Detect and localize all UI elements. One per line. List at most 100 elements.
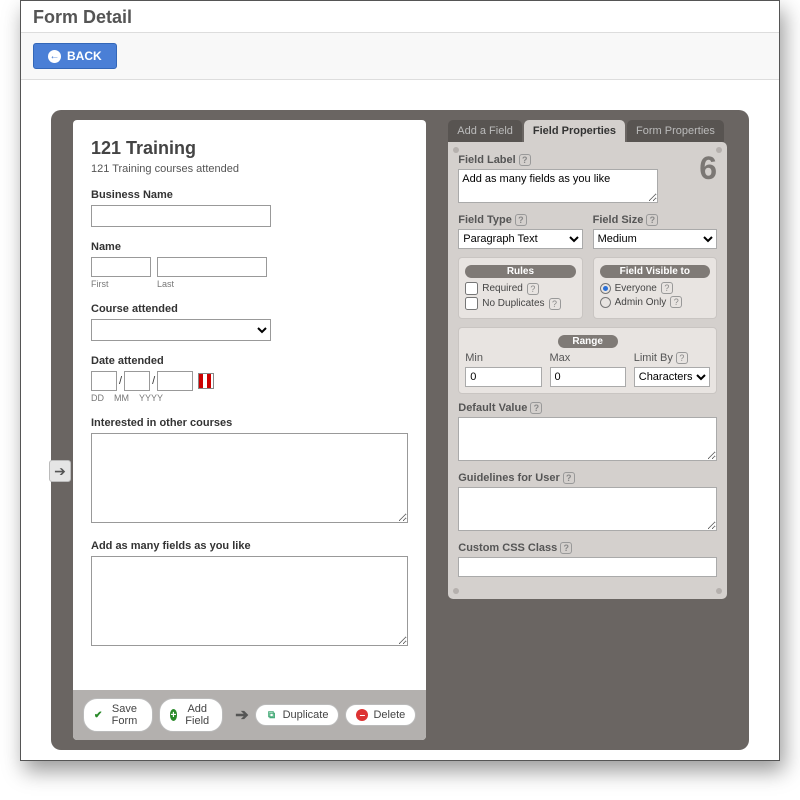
label-field-label: Field Label: [458, 154, 515, 166]
rules-header: Rules: [465, 265, 575, 278]
field-business-name[interactable]: Business Name: [91, 189, 408, 227]
checkbox-required[interactable]: Required?: [465, 282, 575, 295]
help-icon[interactable]: ?: [646, 214, 658, 226]
delete-label: Delete: [373, 709, 405, 721]
visibility-box: Field Visible to Everyone? Admin Only?: [593, 257, 717, 319]
save-form-button[interactable]: ✔ Save Form: [83, 698, 153, 732]
label-css-class: Custom CSS Class: [458, 542, 557, 554]
check-icon: ✔: [94, 709, 102, 721]
form-action-bar: ✔ Save Form + Add Field ➔ ⧉ Duplicate –Dele…: [73, 690, 426, 740]
field-interested[interactable]: Interested in other courses: [91, 417, 408, 526]
range-header: Range: [558, 335, 618, 348]
properties-body: 6 Field Label? Add as many fields as you…: [448, 142, 727, 599]
input-first-name[interactable]: [91, 257, 151, 277]
radio-everyone[interactable]: Everyone?: [600, 282, 710, 294]
panel-screw-icon: [716, 588, 722, 594]
rules-box: Rules Required? No Duplicates?: [458, 257, 582, 319]
radio-admin-only[interactable]: Admin Only?: [600, 296, 710, 308]
sublabel-first: First: [91, 279, 151, 289]
visibility-header: Field Visible to: [600, 265, 710, 278]
field-date[interactable]: Date attended / / DD MM YYYY: [91, 355, 408, 403]
help-icon[interactable]: ?: [563, 472, 575, 484]
delete-icon: –: [356, 709, 368, 721]
textarea-default-value[interactable]: [458, 417, 717, 461]
label-date: Date attended: [91, 355, 408, 367]
select-course[interactable]: [91, 319, 271, 341]
select-limit[interactable]: Characters: [634, 367, 710, 387]
help-icon[interactable]: ?: [676, 352, 688, 364]
form-title: 121 Training: [91, 138, 408, 159]
textarea-extra[interactable]: [91, 556, 408, 646]
label-name: Name: [91, 241, 408, 253]
textarea-guidelines[interactable]: [458, 487, 717, 531]
checkbox-noduplicates[interactable]: No Duplicates?: [465, 297, 575, 310]
properties-panel: Add a Field Field Properties Form Proper…: [448, 120, 727, 599]
sublabel-mm: MM: [114, 393, 129, 403]
label-business-name: Business Name: [91, 189, 408, 201]
textarea-interested[interactable]: [91, 433, 408, 523]
duplicate-button[interactable]: ⧉ Duplicate: [255, 704, 340, 726]
input-business-name[interactable]: [91, 205, 271, 227]
date-sep-1: /: [119, 375, 122, 387]
label-min: Min: [465, 352, 541, 364]
duplicate-icon: ⧉: [266, 709, 278, 721]
field-course[interactable]: Course attended: [91, 303, 408, 341]
plus-icon: +: [170, 709, 178, 721]
select-field-type[interactable]: Paragraph Text: [458, 229, 582, 249]
back-arrow-icon: ←: [48, 50, 61, 63]
input-field-label[interactable]: Add as many fields as you like: [458, 169, 658, 203]
form-description: 121 Training courses attended: [91, 163, 408, 175]
tab-form-properties[interactable]: Form Properties: [627, 120, 724, 142]
input-mm[interactable]: [124, 371, 150, 391]
sublabel-dd: DD: [91, 393, 104, 403]
label-interested: Interested in other courses: [91, 417, 408, 429]
step-number: 6: [699, 150, 717, 187]
arrow-icon: ➔: [235, 705, 248, 725]
help-icon[interactable]: ?: [527, 283, 539, 295]
add-field-label: Add Field: [182, 703, 212, 727]
date-sep-2: /: [152, 375, 155, 387]
input-max[interactable]: [550, 367, 626, 387]
help-icon[interactable]: ?: [661, 282, 673, 294]
form-panel: 121 Training 121 Training courses attend…: [73, 120, 426, 740]
input-css-class[interactable]: [458, 557, 717, 577]
label-field-type: Field Type: [458, 214, 512, 226]
label-max: Max: [550, 352, 626, 364]
label-extra: Add as many fields as you like: [91, 540, 408, 552]
tab-field-properties[interactable]: Field Properties: [524, 120, 625, 142]
add-field-button[interactable]: + Add Field: [159, 698, 224, 732]
help-icon[interactable]: ?: [519, 154, 531, 166]
sublabel-last: Last: [157, 279, 267, 289]
sublabel-yyyy: YYYY: [139, 393, 163, 403]
select-field-size[interactable]: Medium: [593, 229, 717, 249]
help-icon[interactable]: ?: [670, 296, 682, 308]
calendar-icon[interactable]: [198, 373, 214, 389]
save-form-label: Save Form: [107, 703, 141, 727]
back-button-label: BACK: [67, 49, 102, 63]
input-yyyy[interactable]: [157, 371, 193, 391]
help-icon[interactable]: ?: [515, 214, 527, 226]
duplicate-label: Duplicate: [283, 709, 329, 721]
label-field-size: Field Size: [593, 214, 644, 226]
label-course: Course attended: [91, 303, 408, 315]
label-default-value: Default Value: [458, 402, 527, 414]
input-last-name[interactable]: [157, 257, 267, 277]
back-button[interactable]: ← BACK: [33, 43, 117, 69]
panel-screw-icon: [453, 588, 459, 594]
help-icon[interactable]: ?: [560, 542, 572, 554]
canvas-wrap: ➔ ➔ 121 Training 121 Training courses at…: [21, 80, 779, 760]
tab-add-field[interactable]: Add a Field: [448, 120, 522, 142]
delete-button[interactable]: –Delete: [345, 704, 416, 726]
input-dd[interactable]: [91, 371, 117, 391]
field-name[interactable]: Name First Last: [91, 241, 408, 289]
app-window: Form Detail ← BACK ➔ ➔ 121 Training 121 …: [20, 0, 780, 761]
label-guidelines: Guidelines for User: [458, 472, 559, 484]
input-min[interactable]: [465, 367, 541, 387]
help-icon[interactable]: ?: [549, 298, 561, 310]
help-icon[interactable]: ?: [530, 402, 542, 414]
toolbar: ← BACK: [21, 33, 779, 80]
field-extra[interactable]: Add as many fields as you like: [91, 540, 408, 649]
page-title: Form Detail: [21, 1, 779, 33]
prev-page-arrow[interactable]: ➔: [49, 460, 71, 482]
label-limit: Limit By: [634, 352, 673, 364]
